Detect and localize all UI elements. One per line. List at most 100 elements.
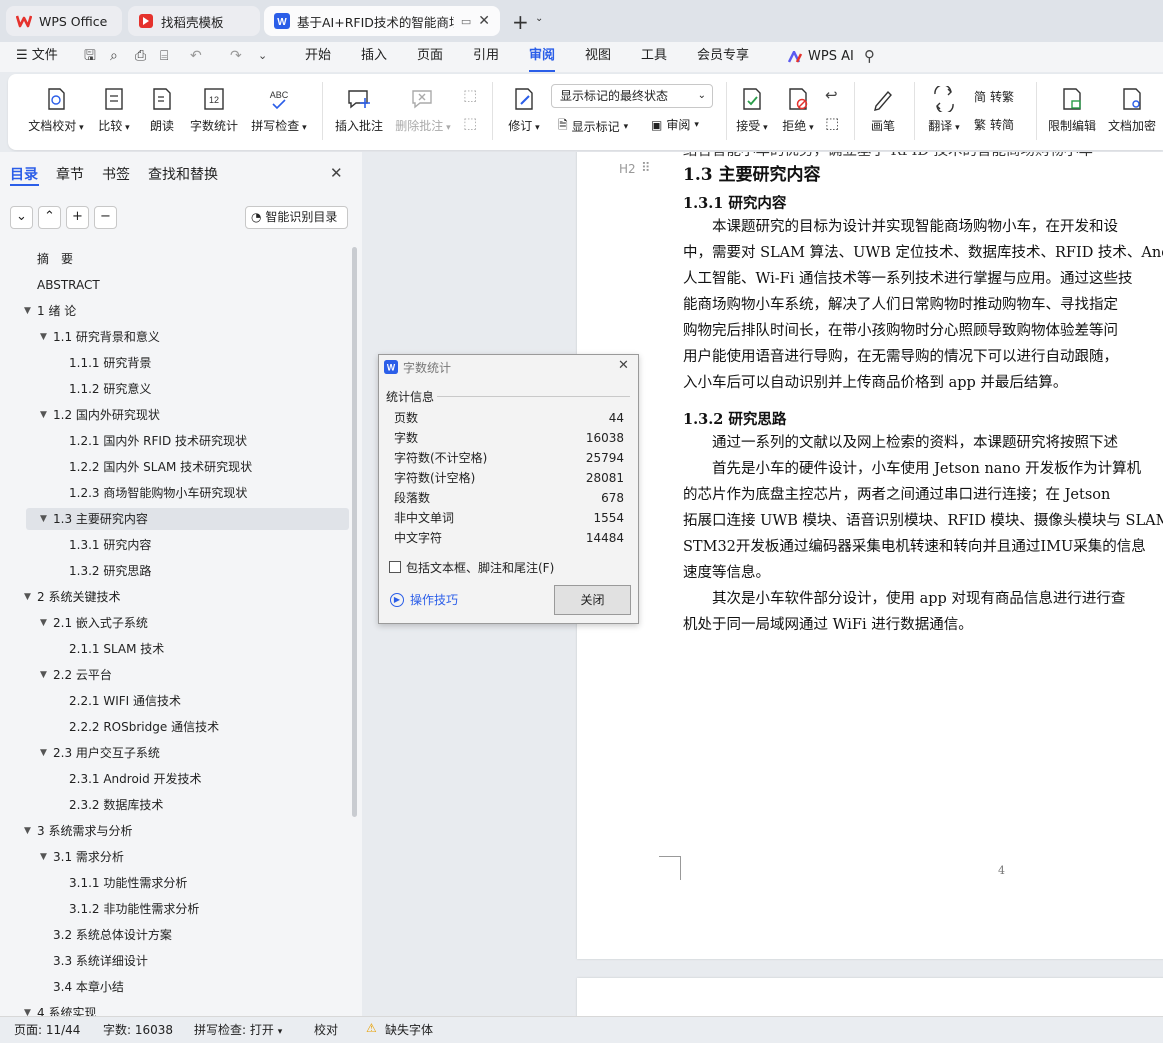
include-checkbox[interactable]: [389, 561, 401, 573]
expand-up-button[interactable]: ⌃: [38, 206, 61, 229]
toc-item[interactable]: 1.2.2 国内外 SLAM 技术研究现状: [69, 455, 252, 479]
print-preview-icon[interactable]: ⌸: [160, 42, 168, 72]
toc-item[interactable]: 1 绪 论: [37, 299, 76, 323]
toc-item[interactable]: 1.2 国内外研究现状: [53, 403, 160, 427]
collapse-triangle-icon[interactable]: ▼: [40, 403, 47, 427]
format-painter-icon[interactable]: ⌕: [110, 42, 118, 72]
menu-page[interactable]: 页面: [417, 42, 443, 72]
next-comment-icon[interactable]: ⬚: [463, 114, 477, 132]
collapse-all-button[interactable]: ⌄: [10, 206, 33, 229]
doc-check-button[interactable]: 文档校对 ▾: [28, 86, 84, 134]
toc-item[interactable]: 1.2.1 国内外 RFID 技术研究现状: [69, 429, 247, 453]
toc-item[interactable]: 1.1.2 研究意义: [69, 377, 151, 401]
redo-icon[interactable]: ↷: [230, 42, 242, 72]
show-markup-button[interactable]: 🗎 显示标记 ▾: [558, 116, 628, 137]
toc-item[interactable]: 摘 要: [37, 247, 73, 271]
print-icon[interactable]: ⎙: [135, 42, 146, 72]
translate-button[interactable]: 翻译 ▾: [924, 86, 964, 134]
toc-item[interactable]: 2.2 云平台: [53, 663, 112, 687]
new-tab-icon[interactable]: +: [512, 10, 529, 34]
insert-comment-button[interactable]: 插入批注: [334, 86, 384, 134]
tips-link[interactable]: 操作技巧: [410, 591, 458, 608]
to-simplified-button[interactable]: 繁转简: [974, 116, 1014, 133]
search-icon[interactable]: ⚲: [864, 42, 875, 72]
collapse-triangle-icon[interactable]: ▼: [24, 819, 31, 843]
chevron-down-icon[interactable]: ⌄: [535, 13, 543, 24]
toc-item[interactable]: 2.1.1 SLAM 技术: [69, 637, 164, 661]
ink-button[interactable]: 画笔: [868, 86, 898, 134]
toc-item[interactable]: 3.1 需求分析: [53, 845, 124, 869]
toc-item[interactable]: ABSTRACT: [37, 273, 100, 297]
close-icon[interactable]: ✕: [618, 358, 629, 373]
word-count-indicator[interactable]: 字数: 16038: [103, 1021, 173, 1038]
collapse-triangle-icon[interactable]: ▼: [40, 845, 47, 869]
drag-handle-icon[interactable]: ⠿: [641, 161, 651, 176]
close-pane-icon[interactable]: ✕: [330, 164, 343, 182]
menu-reference[interactable]: 引用: [473, 42, 499, 72]
remove-heading-button[interactable]: −: [94, 206, 117, 229]
page-indicator[interactable]: 页面: 11/44: [14, 1021, 80, 1038]
smart-toc-button[interactable]: ◔ 智能识别目录: [245, 206, 348, 229]
menu-start[interactable]: 开始: [305, 42, 331, 72]
menu-view[interactable]: 视图: [585, 42, 611, 72]
nav-tab-chapters[interactable]: 章节: [56, 164, 84, 184]
close-tab-icon[interactable]: ✕: [478, 13, 490, 29]
toc-item[interactable]: 3.4 本章小结: [53, 975, 124, 999]
spell-check-indicator[interactable]: 拼写检查: 打开 ▾: [194, 1021, 282, 1038]
encrypt-button[interactable]: 文档加密: [1106, 86, 1158, 134]
toc-item[interactable]: 1.3.1 研究内容: [69, 533, 151, 557]
close-button[interactable]: 关闭: [554, 585, 631, 615]
collapse-triangle-icon[interactable]: ▼: [40, 741, 47, 765]
review-pane-button[interactable]: ▣ 审阅 ▾: [651, 116, 699, 133]
toc-item[interactable]: 3.2 系统总体设计方案: [53, 923, 172, 947]
toc-item[interactable]: 2.3.1 Android 开发技术: [69, 767, 202, 791]
toc-item[interactable]: 2.2.2 ROSbridge 通信技术: [69, 715, 219, 739]
toc-item[interactable]: 1.3.2 研究思路: [69, 559, 151, 583]
menu-review[interactable]: 审阅: [529, 42, 556, 72]
collapse-triangle-icon[interactable]: ▼: [40, 611, 47, 635]
missing-font-indicator[interactable]: 缺失字体: [385, 1021, 433, 1038]
read-aloud-button[interactable]: 朗读: [148, 86, 176, 134]
tab-document[interactable]: W 基于AI+RFID技术的智能商场购物小车 ▭ ✕: [264, 6, 500, 36]
accept-button[interactable]: 接受 ▾: [734, 86, 770, 134]
toc-item[interactable]: 3.3 系统详细设计: [53, 949, 148, 973]
save-icon[interactable]: 🖫: [84, 42, 96, 72]
proof-button[interactable]: 校对: [314, 1021, 338, 1038]
wps-ai-button[interactable]: WPS AI: [788, 42, 854, 72]
toc-item[interactable]: 1.1 研究背景和意义: [53, 325, 160, 349]
nav-tab-toc[interactable]: 目录: [10, 164, 38, 184]
revise-button[interactable]: 修订 ▾: [504, 86, 544, 134]
menu-tools[interactable]: 工具: [641, 42, 667, 72]
prev-comment-icon[interactable]: ⬚: [463, 86, 477, 104]
to-traditional-button[interactable]: 简转繁: [974, 88, 1014, 105]
toc-item[interactable]: 3 系统需求与分析: [37, 819, 132, 843]
restrict-edit-button[interactable]: 限制编辑: [1046, 86, 1098, 134]
display-mode-select[interactable]: 显示标记的最终状态 ⌄: [551, 84, 713, 108]
undo-icon[interactable]: ↶: [190, 42, 202, 72]
collapse-triangle-icon[interactable]: ▼: [40, 507, 47, 531]
collapse-triangle-icon[interactable]: ▼: [40, 325, 47, 349]
compare-button[interactable]: 比较 ▾: [96, 86, 132, 134]
tab-docer-templates[interactable]: 找稻壳模板: [128, 6, 260, 36]
toc-item[interactable]: 2 系统关键技术: [37, 585, 120, 609]
chevron-down-icon[interactable]: ⌄: [258, 42, 267, 72]
prev-change-icon[interactable]: ↩: [825, 86, 838, 104]
tab-wps-office[interactable]: WPS Office: [6, 6, 122, 36]
toc-item[interactable]: 3.1.2 非功能性需求分析: [69, 897, 199, 921]
toc-item[interactable]: 1.2.3 商场智能购物小车研究现状: [69, 481, 247, 505]
collapse-triangle-icon[interactable]: ▼: [40, 663, 47, 687]
reject-button[interactable]: 拒绝 ▾: [780, 86, 816, 134]
toc-item[interactable]: 1.3 主要研究内容: [53, 507, 148, 531]
add-heading-button[interactable]: +: [66, 206, 89, 229]
collapse-triangle-icon[interactable]: ▼: [24, 585, 31, 609]
nav-tab-bookmarks[interactable]: 书签: [102, 164, 130, 184]
toc-item[interactable]: 3.1.1 功能性需求分析: [69, 871, 187, 895]
toc-item[interactable]: 2.3 用户交互子系统: [53, 741, 160, 765]
toc-item[interactable]: 2.2.1 WIFI 通信技术: [69, 689, 181, 713]
toc-item[interactable]: 2.1 嵌入式子系统: [53, 611, 148, 635]
toc-item[interactable]: 2.3.2 数据库技术: [69, 793, 163, 817]
next-change-icon[interactable]: ⬚: [825, 114, 839, 132]
menu-insert[interactable]: 插入: [361, 42, 387, 72]
nav-tab-find-replace[interactable]: 查找和替换: [148, 164, 218, 184]
toc-item[interactable]: 1.1.1 研究背景: [69, 351, 151, 375]
